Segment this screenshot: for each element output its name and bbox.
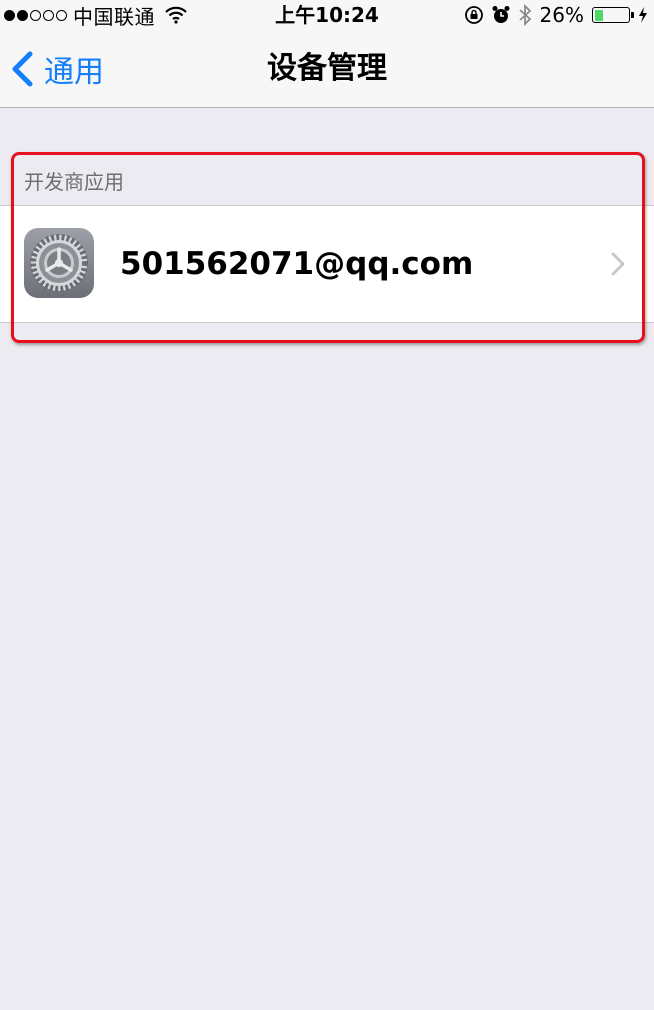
bluetooth-icon [518,4,531,26]
status-left: 中国联通 [4,2,187,29]
signal-dot [56,9,67,21]
back-button-label: 通用 [44,54,104,90]
charging-icon [639,7,647,23]
signal-dot [43,9,54,21]
signal-strength-icon [4,9,67,21]
highlight-annotation [11,152,645,343]
navigation-bar: 通用 设备管理 [0,30,654,108]
battery-icon [592,7,634,23]
back-button[interactable]: 通用 [10,30,104,107]
signal-dot [30,9,41,21]
status-bar: 中国联通 上午10:24 26% [0,0,654,30]
status-right: 26% [464,2,648,28]
battery-percent: 26% [539,3,584,27]
carrier-name: 中国联通 [73,4,155,29]
chevron-left-icon [12,51,33,86]
wifi-icon [165,6,187,24]
battery-fill [594,9,604,21]
signal-dot [4,9,15,21]
orientation-lock-icon [464,6,483,24]
signal-dot [17,9,28,21]
alarm-icon [492,6,510,23]
